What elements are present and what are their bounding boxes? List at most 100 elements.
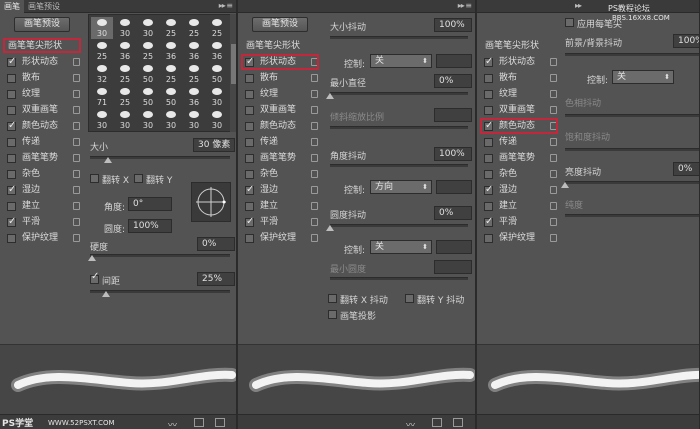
tilt-scale-slider[interactable] <box>330 126 468 129</box>
angle-roundness-widget[interactable] <box>191 182 231 222</box>
lock-icon[interactable] <box>311 186 318 194</box>
new-brush-icon[interactable] <box>215 418 225 427</box>
brush-tip[interactable]: 25 <box>137 40 159 62</box>
sidebar-checkbox[interactable] <box>484 202 493 211</box>
sidebar-checkbox[interactable] <box>245 122 254 131</box>
sidebar-item[interactable]: 画笔笔尖形状 <box>238 38 322 54</box>
sidebar-checkbox[interactable] <box>245 154 254 163</box>
sidebar-item[interactable]: 双重画笔 <box>477 102 561 118</box>
sidebar-item[interactable]: 建立 <box>0 198 84 214</box>
sidebar-checkbox[interactable] <box>245 182 254 198</box>
min-diameter-thumb[interactable] <box>326 93 334 99</box>
sidebar-item[interactable]: 画笔笔尖形状 <box>477 38 561 54</box>
fg-bg-jitter-slider[interactable] <box>565 53 699 56</box>
sidebar-item[interactable]: 保护纹理 <box>238 230 322 246</box>
brush-tip[interactable]: 30 <box>91 109 113 131</box>
sidebar-item[interactable]: 颜色动态 <box>0 118 84 134</box>
sidebar-checkbox[interactable] <box>7 214 16 230</box>
sidebar-item[interactable]: 建立 <box>477 198 561 214</box>
sidebar-checkbox[interactable] <box>7 182 16 198</box>
roundness-field[interactable]: 100% <box>128 219 172 233</box>
brush-tip[interactable]: 30 <box>114 17 136 39</box>
sidebar-item[interactable]: 双重画笔 <box>0 102 84 118</box>
brush-tip[interactable]: 50 <box>137 86 159 108</box>
lock-icon[interactable] <box>73 186 80 194</box>
sidebar-item[interactable]: 保护纹理 <box>0 230 84 246</box>
brush-tip[interactable]: 36 <box>114 40 136 62</box>
sidebar-checkbox[interactable] <box>7 154 16 163</box>
brightness-jitter-thumb[interactable] <box>561 182 569 188</box>
lock-icon[interactable] <box>550 154 557 162</box>
sidebar-checkbox[interactable] <box>484 138 493 147</box>
hue-jitter-slider[interactable] <box>565 114 699 117</box>
sidebar-checkbox[interactable] <box>245 202 254 211</box>
sidebar-item[interactable]: 形状动态 <box>0 54 84 70</box>
sidebar-item[interactable]: 湿边 <box>477 182 561 198</box>
sidebar-checkbox[interactable] <box>484 154 493 163</box>
sidebar-item[interactable]: 散布 <box>477 70 561 86</box>
brush-tip[interactable]: 71 <box>91 86 113 108</box>
sidebar-checkbox[interactable] <box>245 138 254 147</box>
sidebar-checkbox[interactable] <box>484 234 493 243</box>
spacing-slider-thumb[interactable] <box>102 291 110 297</box>
control-select-2[interactable]: 方向 ⬍ <box>370 180 432 194</box>
sidebar-checkbox[interactable] <box>7 170 16 179</box>
brush-tip[interactable]: 30 <box>114 109 136 131</box>
sidebar-checkbox[interactable] <box>7 118 16 134</box>
lock-icon[interactable] <box>311 202 318 210</box>
control-select-1[interactable]: 关 ⬍ <box>370 54 432 68</box>
sidebar-checkbox[interactable] <box>245 106 254 115</box>
lock-icon[interactable] <box>73 154 80 162</box>
open-preset-manager-icon[interactable] <box>194 418 204 427</box>
min-roundness-field[interactable] <box>434 260 472 274</box>
sidebar-item[interactable]: 纹理 <box>238 86 322 102</box>
lock-icon[interactable] <box>550 218 557 226</box>
sidebar-item[interactable]: 传递 <box>238 134 322 150</box>
brush-tip[interactable]: 50 <box>206 63 228 85</box>
brush-tip[interactable]: 30 <box>206 109 228 131</box>
lock-icon[interactable] <box>550 90 557 98</box>
sidebar-checkbox[interactable] <box>484 170 493 179</box>
brush-presets-button[interactable]: 画笔预设 <box>252 17 308 32</box>
sidebar-item[interactable]: 平滑 <box>477 214 561 230</box>
lock-icon[interactable] <box>311 170 318 178</box>
lock-icon[interactable] <box>73 74 80 82</box>
lock-icon[interactable] <box>311 154 318 162</box>
open-preset-manager-icon[interactable] <box>432 418 442 427</box>
lock-icon[interactable] <box>73 218 80 226</box>
brush-tip[interactable]: 30 <box>137 17 159 39</box>
brush-projection-checkbox[interactable] <box>328 310 337 319</box>
brush-tip[interactable]: 25 <box>114 86 136 108</box>
lock-icon[interactable] <box>311 138 318 146</box>
hardness-field[interactable]: 0% <box>197 237 235 251</box>
control-field-2[interactable] <box>436 180 472 194</box>
lock-icon[interactable] <box>73 58 80 66</box>
lock-icon[interactable] <box>550 74 557 82</box>
lock-icon[interactable] <box>311 234 318 242</box>
sidebar-item[interactable]: 平滑 <box>238 214 322 230</box>
sidebar-item[interactable]: 双重画笔 <box>238 102 322 118</box>
spacing-checkbox[interactable] <box>90 271 99 284</box>
brush-tip[interactable]: 25 <box>114 63 136 85</box>
sidebar-item[interactable]: 传递 <box>477 134 561 150</box>
sidebar-checkbox[interactable] <box>484 182 493 198</box>
sidebar-checkbox[interactable] <box>245 234 254 243</box>
size-field[interactable]: 30 像素 <box>193 138 235 152</box>
sidebar-checkbox[interactable] <box>484 106 493 115</box>
purity-slider[interactable] <box>565 214 699 217</box>
min-diameter-field[interactable]: 0% <box>434 74 472 88</box>
sidebar-checkbox[interactable] <box>484 74 493 83</box>
sidebar-item[interactable]: 湿边 <box>0 182 84 198</box>
brush-tip[interactable]: 36 <box>183 86 205 108</box>
lock-icon[interactable] <box>550 106 557 114</box>
lock-icon[interactable] <box>73 234 80 242</box>
brush-tip[interactable]: 36 <box>183 40 205 62</box>
fg-bg-jitter-field[interactable]: 100% <box>673 34 699 48</box>
brush-tip[interactable]: 25 <box>206 17 228 39</box>
brightness-jitter-field[interactable]: 0% <box>673 162 699 176</box>
sidebar-checkbox[interactable] <box>484 90 493 99</box>
apply-per-tip-checkbox[interactable] <box>565 18 574 27</box>
sidebar-checkbox[interactable] <box>245 170 254 179</box>
brightness-jitter-slider[interactable] <box>565 181 699 184</box>
sidebar-item[interactable]: 杂色 <box>238 166 322 182</box>
